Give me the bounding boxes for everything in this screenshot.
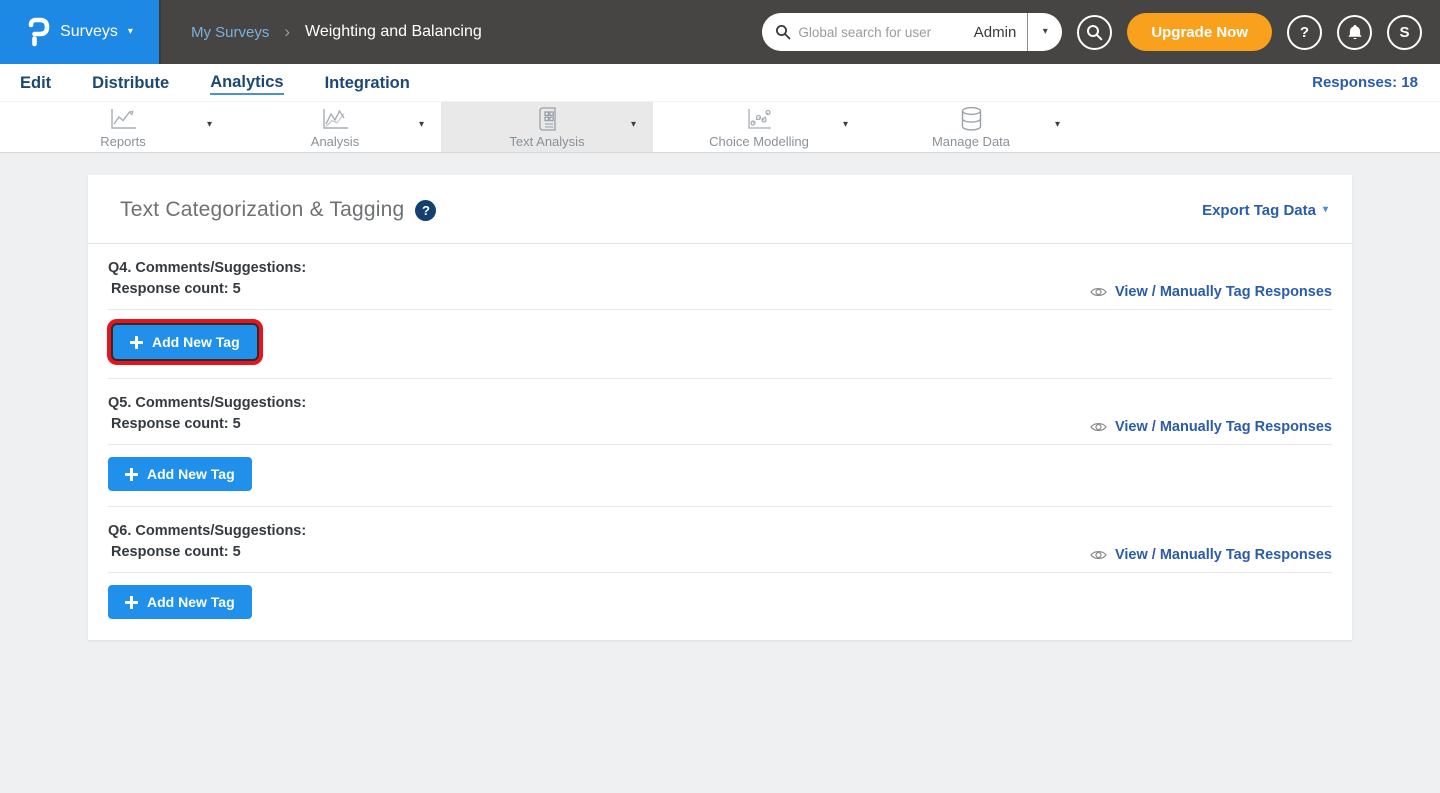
add-tag-row: Add New Tag [108,573,1332,634]
question-label: Q4. Comments/Suggestions: [108,258,306,279]
tab-analytics[interactable]: Analytics [210,71,283,95]
proprofs-logo-icon [26,17,50,48]
plus-icon [130,336,143,349]
tab-reports[interactable]: Reports ▾ [17,102,229,152]
header-actions: Admin ▾ Upgrade Now ? S [762,0,1440,64]
avatar-initial: S [1399,24,1409,41]
multi-line-chart-icon [320,105,350,132]
section-head: Q6. Comments/Suggestions: Response count… [108,507,1332,572]
plus-icon [125,596,138,609]
card-header: Text Categorization & Tagging ? Export T… [88,175,1352,244]
user-avatar[interactable]: S [1387,15,1422,50]
header-search-button[interactable] [1077,15,1112,50]
response-count: Response count: 5 [108,542,306,563]
add-new-tag-button[interactable]: Add New Tag [108,457,252,491]
chevron-down-icon[interactable]: ▾ [207,120,212,130]
response-count: Response count: 5 [108,279,306,300]
add-tag-row: Add New Tag [108,445,1332,506]
add-new-tag-label: Add New Tag [147,466,235,482]
chevron-down-icon: ▾ [1323,205,1328,215]
question-mark-icon: ? [1300,24,1309,41]
notifications-button[interactable] [1337,15,1372,50]
tab-text-analysis[interactable]: Text Analysis ▾ [441,102,653,152]
search-scope-admin[interactable]: Admin [963,24,1028,41]
tab-label: Reports [100,134,146,149]
add-new-tag-label: Add New Tag [152,334,240,350]
question-label: Q5. Comments/Suggestions: [108,393,306,414]
breadcrumb: My Surveys › Weighting and Balancing [191,0,482,64]
tab-manage-data[interactable]: Manage Data ▾ [865,102,1077,152]
bell-icon [1347,24,1363,41]
page-body: Text Categorization & Tagging ? Export T… [0,153,1440,640]
database-icon [959,105,984,132]
view-manually-tag-link[interactable]: View / Manually Tag Responses [1090,419,1332,435]
breadcrumb-current-survey: Weighting and Balancing [305,23,482,41]
search-scope-caret-icon[interactable]: ▾ [1028,27,1062,37]
question-section-q6: Q6. Comments/Suggestions: Response count… [108,507,1332,634]
global-search-input[interactable] [798,25,962,40]
chevron-down-icon[interactable]: ▾ [843,120,848,130]
add-tag-row: Add New Tag [108,310,1332,378]
section-head: Q5. Comments/Suggestions: Response count… [108,379,1332,444]
chevron-down-icon: ▾ [128,27,133,37]
page-title: Text Categorization & Tagging [120,198,404,222]
global-search: Admin ▾ [762,13,1062,51]
tab-label: Analysis [311,134,359,149]
upgrade-now-button[interactable]: Upgrade Now [1127,13,1272,51]
top-header: Surveys ▾ My Surveys › Weighting and Bal… [0,0,1440,64]
question-section-q4: Q4. Comments/Suggestions: Response count… [108,244,1332,379]
tab-label: Text Analysis [509,134,584,149]
export-tag-data-dropdown[interactable]: Export Tag Data ▾ [1202,202,1328,219]
product-menu[interactable]: Surveys ▾ [0,0,161,64]
tab-choice-modelling[interactable]: Choice Modelling ▾ [653,102,865,152]
text-tagging-card: Text Categorization & Tagging ? Export T… [88,175,1352,640]
breadcrumb-separator-icon: › [284,22,290,42]
search-icon [775,24,791,40]
tab-edit[interactable]: Edit [20,72,51,93]
text-document-icon [536,105,559,132]
plus-icon [125,468,138,481]
view-link-label: View / Manually Tag Responses [1115,547,1332,563]
tab-integration[interactable]: Integration [325,72,410,93]
survey-nav: Edit Distribute Analytics Integration Re… [0,64,1440,101]
product-menu-label: Surveys [60,23,118,41]
add-new-tag-button[interactable]: Add New Tag [108,585,252,619]
eye-icon [1090,286,1107,298]
responses-count: Responses: 18 [1312,74,1418,91]
view-manually-tag-link[interactable]: View / Manually Tag Responses [1090,547,1332,563]
tab-analysis[interactable]: Analysis ▾ [229,102,441,152]
search-icon [1086,24,1103,41]
export-tag-data-label: Export Tag Data [1202,202,1316,219]
view-manually-tag-link[interactable]: View / Manually Tag Responses [1090,284,1332,300]
chevron-down-icon[interactable]: ▾ [419,120,424,130]
tab-label: Manage Data [932,134,1010,149]
eye-icon [1090,421,1107,433]
question-sections: Q4. Comments/Suggestions: Response count… [88,244,1352,640]
chevron-down-icon[interactable]: ▾ [631,120,636,130]
add-new-tag-button[interactable]: Add New Tag [113,325,257,359]
add-new-tag-label: Add New Tag [147,594,235,610]
analytics-tabstrip: Reports ▾ Analysis ▾ Text Analysis ▾ [0,101,1440,153]
section-head: Q4. Comments/Suggestions: Response count… [108,244,1332,309]
help-icon[interactable]: ? [415,200,436,221]
line-chart-icon [108,105,138,132]
view-link-label: View / Manually Tag Responses [1115,419,1332,435]
breadcrumb-my-surveys[interactable]: My Surveys [191,24,269,41]
view-link-label: View / Manually Tag Responses [1115,284,1332,300]
help-button[interactable]: ? [1287,15,1322,50]
question-section-q5: Q5. Comments/Suggestions: Response count… [108,379,1332,507]
tab-label: Choice Modelling [709,134,809,149]
response-count: Response count: 5 [108,414,306,435]
question-label: Q6. Comments/Suggestions: [108,521,306,542]
chevron-down-icon[interactable]: ▾ [1055,120,1060,130]
scatter-chart-icon [745,105,773,132]
eye-icon [1090,549,1107,561]
tab-distribute[interactable]: Distribute [92,72,169,93]
